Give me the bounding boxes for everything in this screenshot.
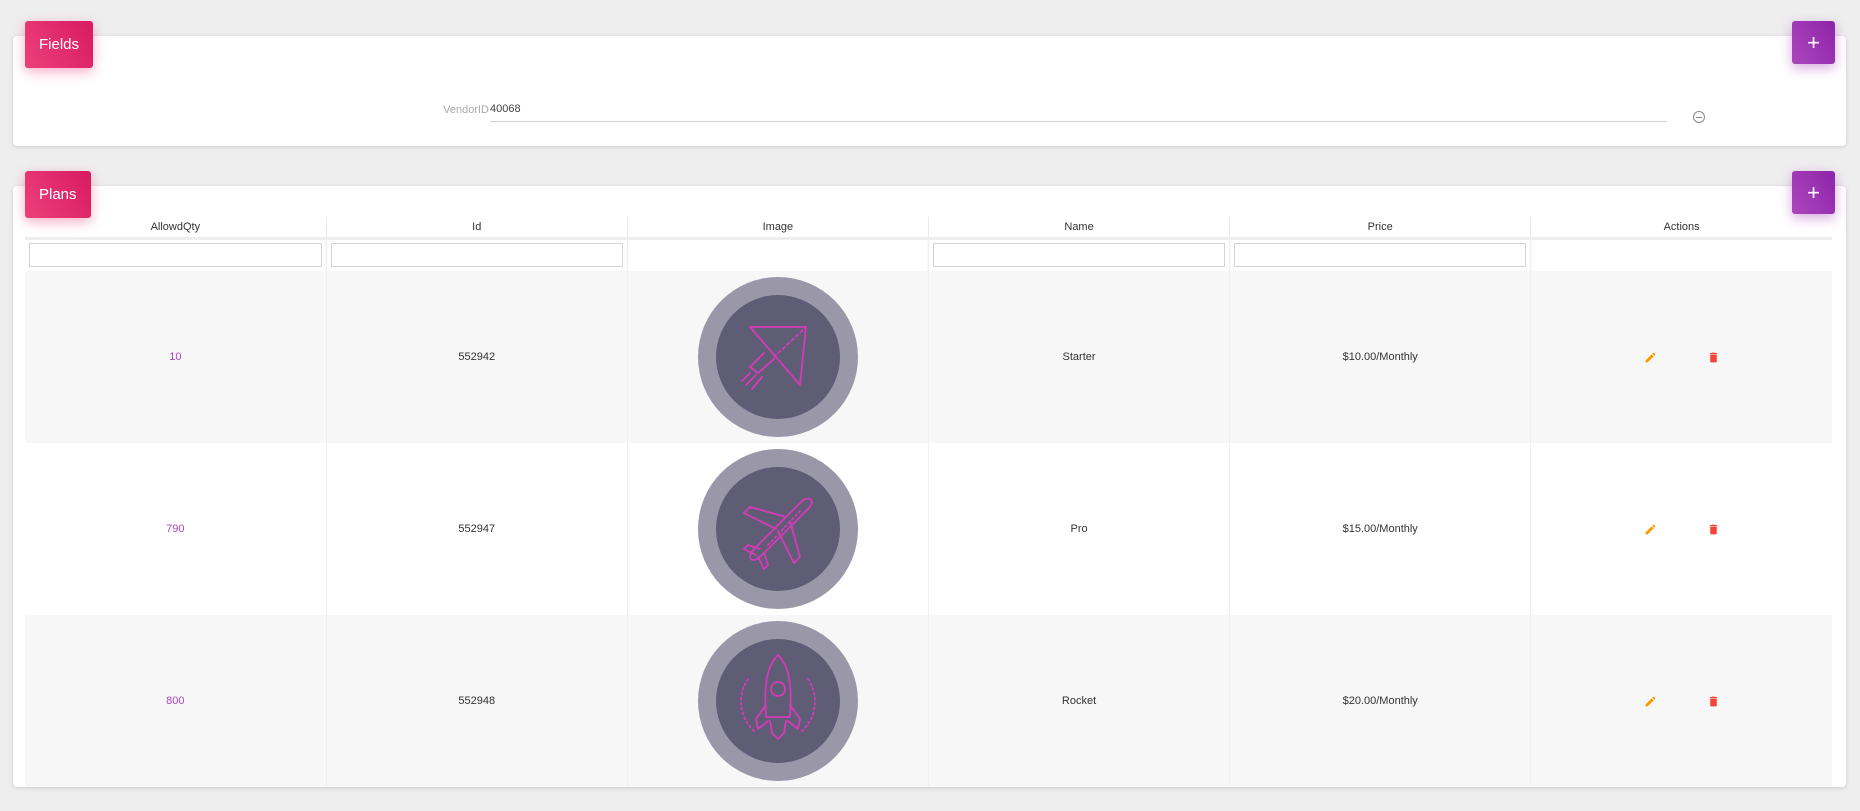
- filter-id-input[interactable]: [330, 243, 623, 268]
- cell-id: 552947: [326, 443, 628, 615]
- plans-table-container: AllowdQty Id Image Name Price Actions 10…: [25, 217, 1832, 787]
- cell-image: [627, 443, 929, 615]
- column-header-price[interactable]: Price: [1229, 217, 1532, 239]
- cell-allowdqty: 800: [25, 615, 327, 787]
- cell-actions: [1530, 615, 1832, 787]
- cell-price: $20.00/Monthly: [1229, 615, 1532, 787]
- fields-card: Fields + VendorID: [13, 21, 1846, 146]
- vendor-id-label: VendorID: [443, 104, 489, 116]
- cell-price: $15.00/Monthly: [1229, 443, 1532, 615]
- add-plan-button[interactable]: +: [1792, 171, 1835, 214]
- cell-actions: [1530, 443, 1832, 615]
- filter-name-input[interactable]: [932, 243, 1226, 268]
- edit-pencil-icon[interactable]: [1644, 523, 1657, 536]
- fields-header: Fields: [25, 21, 94, 68]
- filter-allowdqty-input[interactable]: [29, 243, 322, 268]
- cell-image: [627, 615, 929, 787]
- cell-id: 552948: [326, 615, 628, 787]
- cell-price: $10.00/Monthly: [1229, 271, 1532, 443]
- plans-header: Plans: [25, 171, 91, 218]
- table-row: 10 552942 Starter $10.00/Monthly: [25, 271, 1832, 443]
- airplane-icon: [697, 449, 858, 609]
- rocket-icon: [697, 621, 858, 781]
- filter-row: [25, 236, 1832, 271]
- delete-trash-icon[interactable]: [1707, 695, 1720, 708]
- column-header-actions: Actions: [1530, 217, 1832, 239]
- add-field-button[interactable]: +: [1792, 21, 1835, 64]
- column-header-allowdqty[interactable]: AllowdQty: [25, 217, 327, 239]
- cell-name: Starter: [928, 271, 1231, 443]
- vendor-id-input[interactable]: [490, 96, 1667, 122]
- cell-actions: [1530, 271, 1832, 443]
- cell-id: 552942: [326, 271, 628, 443]
- cell-name: Pro: [928, 443, 1231, 615]
- column-header-image: Image: [627, 217, 929, 239]
- column-header-name[interactable]: Name: [928, 217, 1231, 239]
- paper-plane-icon: [697, 277, 858, 437]
- cell-allowdqty: 10: [25, 271, 327, 443]
- cell-allowdqty: 790: [25, 443, 327, 615]
- plans-card: Plans + AllowdQty Id Image Name Price Ac…: [13, 171, 1846, 787]
- table-row: 790 552947 Pro $15.00/Monthly: [25, 443, 1832, 615]
- delete-trash-icon[interactable]: [1707, 351, 1720, 364]
- edit-pencil-icon[interactable]: [1644, 351, 1657, 364]
- cell-image: [627, 271, 929, 443]
- cell-name: Rocket: [928, 615, 1231, 787]
- remove-circle-icon[interactable]: [1693, 111, 1705, 123]
- edit-pencil-icon[interactable]: [1644, 695, 1657, 708]
- column-header-id[interactable]: Id: [326, 217, 628, 239]
- plans-table: AllowdQty Id Image Name Price Actions 10…: [25, 217, 1832, 787]
- table-header-row: AllowdQty Id Image Name Price Actions: [25, 217, 1832, 239]
- delete-trash-icon[interactable]: [1707, 523, 1720, 536]
- filter-price-input[interactable]: [1234, 243, 1527, 268]
- table-row: 800 552948 Rocket $20.00/Monthly: [25, 615, 1832, 787]
